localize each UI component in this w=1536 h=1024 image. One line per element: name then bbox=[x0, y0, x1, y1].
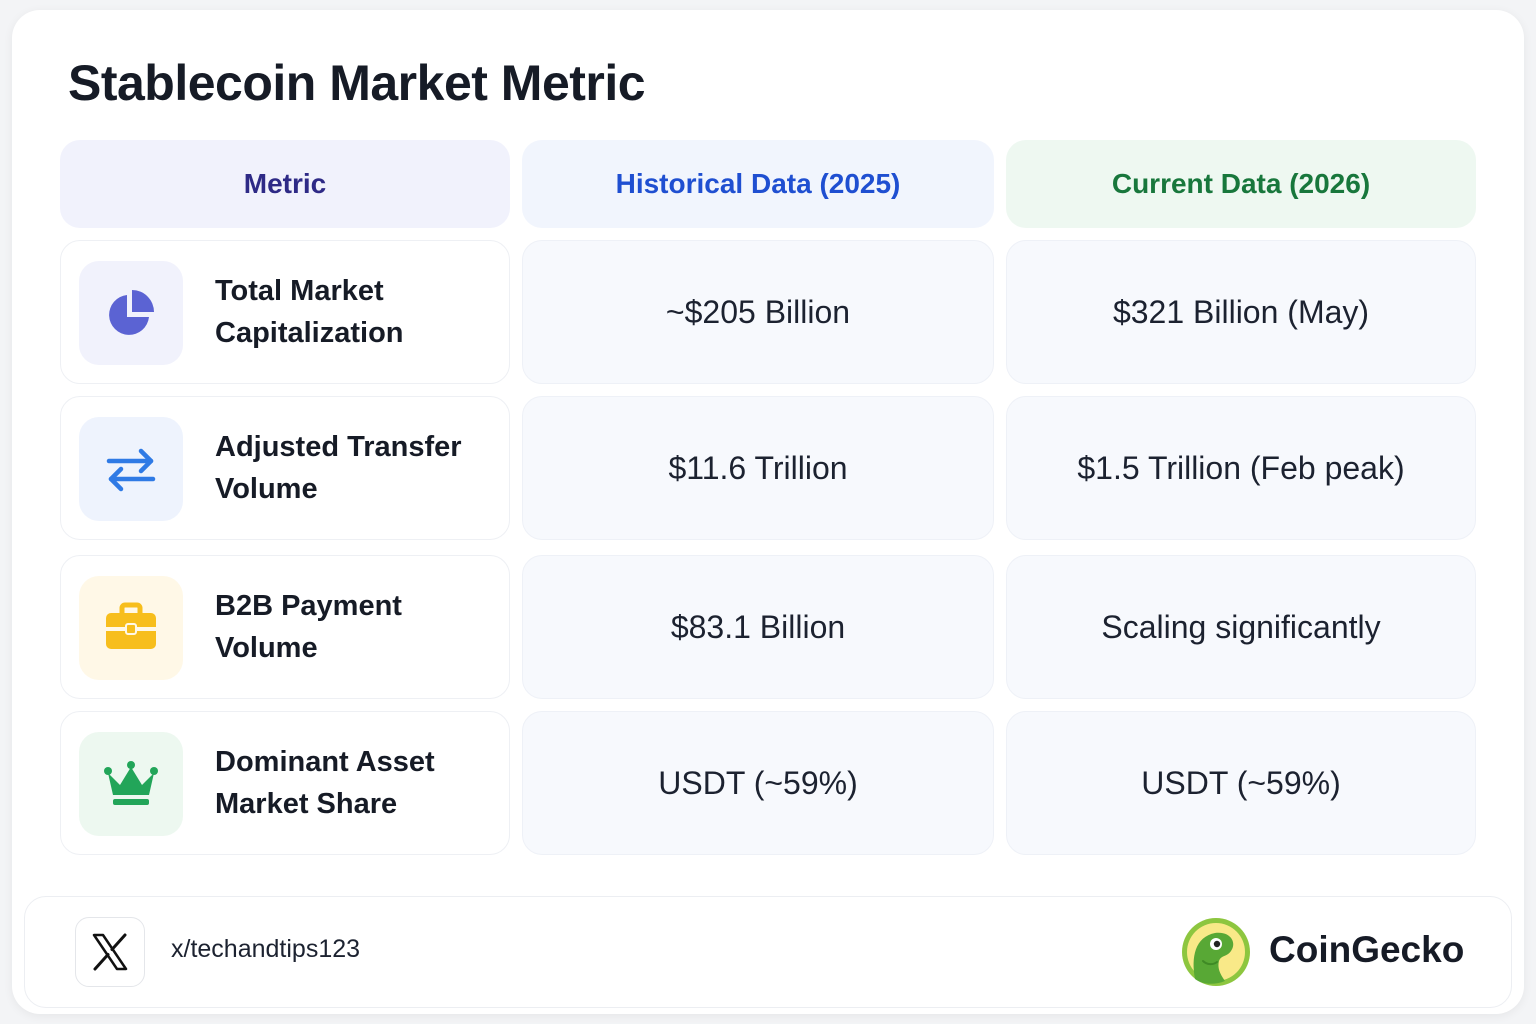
historical-value: USDT (~59%) bbox=[658, 764, 858, 801]
metric-label-line1: Total Market bbox=[215, 275, 384, 307]
header-metric-label: Metric bbox=[243, 168, 327, 199]
historical-value-cell: ~$205 Billion bbox=[522, 240, 994, 384]
current-value-cell: USDT (~59%) bbox=[1006, 711, 1476, 855]
current-value: USDT (~59%) bbox=[1141, 764, 1341, 801]
current-value-cell: $321 Billion (May) bbox=[1006, 240, 1476, 384]
metric-label: Adjusted Transfer Volume bbox=[215, 397, 495, 539]
metric-cell-market-cap: Total Market Capitalization bbox=[60, 240, 510, 384]
metric-label-line2: Market Share bbox=[215, 788, 398, 820]
header-current: Current Data (2026) bbox=[1006, 140, 1476, 228]
historical-value-cell: USDT (~59%) bbox=[522, 711, 994, 855]
social-handle[interactable]: x/techandtips123 bbox=[171, 935, 360, 964]
transfer-arrows-icon bbox=[79, 417, 183, 521]
current-value: $321 Billion (May) bbox=[1112, 293, 1370, 330]
historical-value: $11.6 Trillion bbox=[668, 449, 848, 486]
metric-label-line2: Volume bbox=[215, 632, 318, 664]
coingecko-logo-icon bbox=[1182, 918, 1250, 986]
metric-cell-transfer-volume: Adjusted Transfer Volume bbox=[60, 396, 510, 540]
metric-label: Total Market Capitalization bbox=[215, 241, 495, 383]
metric-label-line2: Volume bbox=[215, 473, 318, 505]
current-value-cell: $1.5 Trillion (Feb peak) bbox=[1006, 396, 1476, 540]
metric-label-line1: Adjusted Transfer bbox=[215, 431, 462, 463]
historical-value: ~$205 Billion bbox=[665, 293, 851, 330]
x-logo-icon[interactable] bbox=[75, 917, 145, 987]
metric-label: B2B Payment Volume bbox=[215, 556, 495, 698]
metric-label-line1: Dominant Asset bbox=[215, 746, 435, 778]
historical-value-cell: $11.6 Trillion bbox=[522, 396, 994, 540]
header-metric: Metric bbox=[60, 140, 510, 228]
metric-cell-b2b-payment: B2B Payment Volume bbox=[60, 555, 510, 699]
infographic-card: Stablecoin Market Metric Metric Historic… bbox=[12, 10, 1524, 1014]
footer: x/techandtips123 CoinGecko bbox=[24, 896, 1512, 1008]
historical-value: $83.1 Billion bbox=[670, 608, 846, 645]
metric-label-line1: B2B Payment bbox=[215, 590, 402, 622]
header-historical-label: Historical Data (2025) bbox=[615, 168, 901, 199]
current-value: Scaling significantly bbox=[1101, 608, 1381, 645]
current-value-cell: Scaling significantly bbox=[1006, 555, 1476, 699]
metric-label-line2: Capitalization bbox=[215, 317, 404, 349]
header-current-label: Current Data (2026) bbox=[1111, 168, 1371, 199]
pie-chart-icon bbox=[79, 261, 183, 365]
historical-value-cell: $83.1 Billion bbox=[522, 555, 994, 699]
crown-icon bbox=[79, 732, 183, 836]
metric-cell-dominant-asset: Dominant Asset Market Share bbox=[60, 711, 510, 855]
brand-name: CoinGecko bbox=[1269, 929, 1465, 970]
metric-label: Dominant Asset Market Share bbox=[215, 712, 495, 854]
current-value: $1.5 Trillion (Feb peak) bbox=[1077, 449, 1405, 486]
briefcase-icon bbox=[79, 576, 183, 680]
header-historical: Historical Data (2025) bbox=[522, 140, 994, 228]
page-title: Stablecoin Market Metric bbox=[68, 55, 646, 111]
